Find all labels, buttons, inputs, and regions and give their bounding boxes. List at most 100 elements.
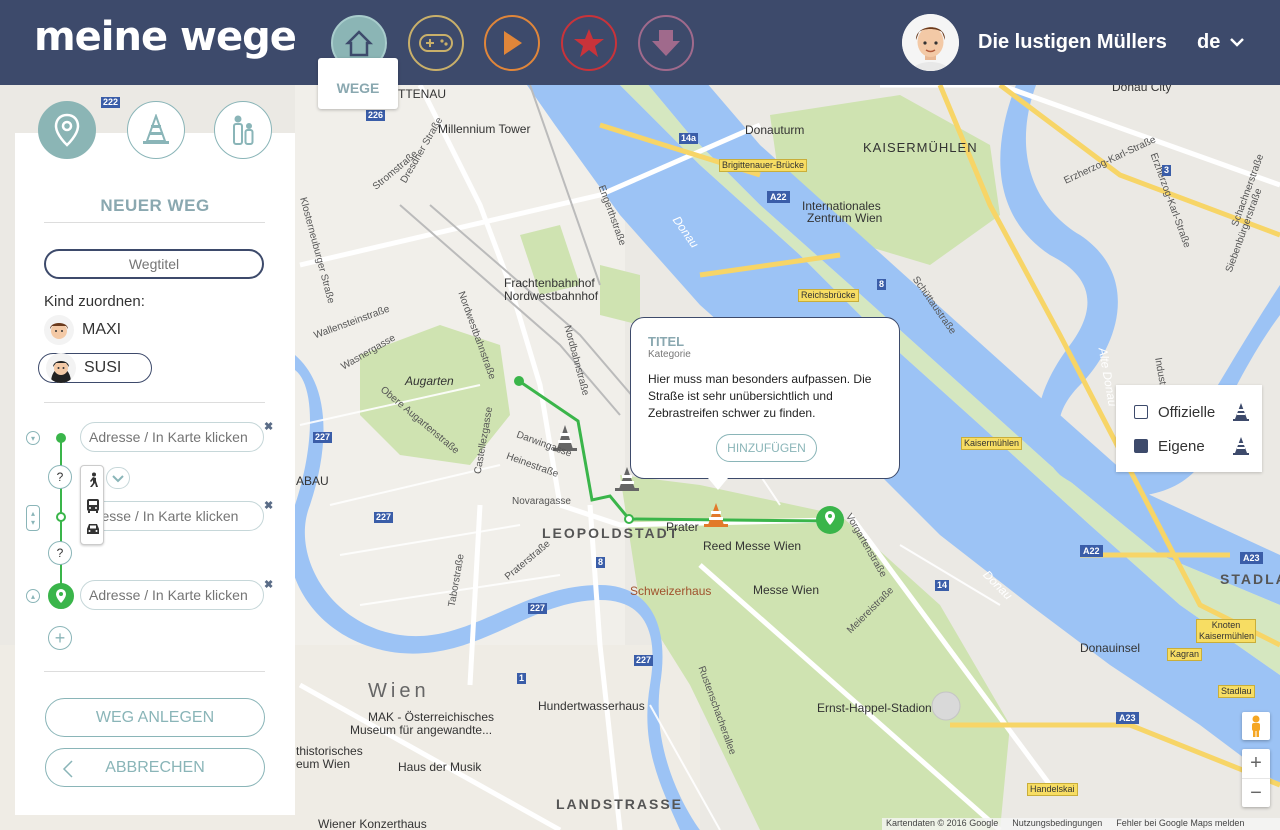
report-error-link[interactable]: Fehler bei Google Maps melden [1116,818,1244,830]
nav-download[interactable] [638,15,694,71]
legend-own-label: Eigene [1158,437,1205,455]
map-label-abau: ABAU [296,474,329,488]
legend-official[interactable]: Offizielle [1134,402,1250,422]
map-label-landstrasse: LANDSTRASSE [556,796,684,812]
tab-family[interactable] [214,101,272,159]
move-down-button[interactable]: ▾ [26,431,40,445]
transport-select-2[interactable]: ? [48,541,72,565]
create-route-button[interactable]: WEG ANLEGEN [45,698,265,737]
map-sign: Brigittenauer-Brücke [719,159,808,172]
road-sign: 8 [877,279,887,290]
map-label-mak2: Museum für angewandte... [350,723,493,737]
download-icon [652,30,680,56]
cancel-label: ABBRECHEN [105,758,205,776]
own-checkbox[interactable] [1134,439,1148,453]
add-hazard-button[interactable]: HINZUFÜGEN [716,434,817,462]
road-sign: 3 [1162,165,1172,176]
child-name: MAXI [82,321,122,338]
popup-text: Hier muss man besonders aufpassen. Die S… [648,372,872,420]
map-label-prater: Prater [666,520,699,534]
legend-official-label: Offizielle [1158,403,1216,421]
nav-play[interactable] [484,15,540,71]
terms-link[interactable]: Nutzungsbedingungen [1012,818,1102,830]
location-pin-icon [54,113,80,147]
panel-title: NEUER WEG [100,196,210,215]
transport-dropdown[interactable] [106,467,130,489]
clear-icon[interactable]: ✖ [264,420,273,433]
road-sign: 226 [366,110,386,121]
hazard-popup: TITEL Kategorie Hier muss man besonders … [630,317,900,479]
question-mark: ? [56,546,64,560]
question-mark: ? [56,470,64,484]
map-label-mak1: MAK - Österreichisches [368,710,495,724]
transport-menu [80,465,104,545]
road-sign: 222 [101,97,121,108]
official-checkbox[interactable] [1134,405,1148,419]
street-label: Novaragasse [512,496,571,507]
streetview-pegman[interactable] [1242,712,1270,740]
route-title-input[interactable] [44,249,264,279]
star-icon [574,29,604,57]
move-up-button[interactable]: ▴ [26,589,40,603]
map-sign: Kaisermühlen [961,437,1023,450]
tab-hazards[interactable] [127,101,185,159]
clear-icon[interactable]: ✖ [264,578,273,591]
transport-select-1[interactable]: ? [48,465,72,489]
avatar[interactable] [902,14,959,71]
map-sign: Kagran [1167,648,1203,661]
popup-tail [708,478,728,490]
road-sign: 227 [528,603,548,614]
zoom-out-button[interactable]: − [1242,778,1270,807]
road-sign: 1 [517,673,527,684]
bus-icon[interactable] [85,498,101,514]
map-label-haus-musik: Haus der Musik [398,760,482,774]
chevron-down-icon[interactable] [1228,34,1246,50]
nav-games[interactable] [408,15,464,71]
chevron-down-icon [112,475,124,483]
avatar [44,315,74,345]
family-icon [233,115,254,145]
zoom-in-button[interactable]: + [1242,749,1270,778]
child-option-maxi[interactable]: MAXI [44,315,152,345]
reorder-button[interactable]: ▴ ▾ [26,505,40,531]
language-selector[interactable]: de [1197,31,1220,54]
map-label-stadlau: STADLA [1220,571,1280,587]
tab-label-routes[interactable]: WEGE [318,58,398,109]
tab-routes[interactable] [38,101,96,159]
map-label-donau-city: Donau City [1112,85,1172,94]
map-label-augarten: Augarten [405,374,454,388]
map-label-histor2: eum Wien [296,757,351,771]
address-input-via[interactable] [80,501,264,531]
map-label-hundertwasser: Hundertwasserhaus [538,699,645,713]
legend: Offizielle Eigene [1116,385,1262,472]
map-label-leopoldstadt: LEOPOLDSTADT [542,525,680,541]
address-input-start[interactable] [80,422,264,452]
divider [44,402,265,403]
road-sign: 8 [596,557,606,568]
cancel-button[interactable]: ABBRECHEN [45,748,265,787]
map-label-reed: Reed Messe Wien [703,539,802,553]
road-sign: 227 [374,512,394,523]
clear-icon[interactable]: ✖ [264,499,273,512]
map-sign: Stadlau [1218,685,1255,698]
map-label-konzerthaus: Wiener Konzerthaus [318,817,427,830]
add-waypoint-button[interactable]: + [48,626,72,650]
address-input-end[interactable] [80,580,264,610]
nav-favorites[interactable] [561,15,617,71]
child-option-susi[interactable]: SUSI [38,353,152,383]
divider [44,222,265,223]
logo[interactable]: meine wege [34,14,297,60]
map-label-histor1: thistorisches [296,744,363,758]
map-label-wien: Wien [368,680,430,702]
road-sign: A23 [1116,712,1139,724]
top-bar: meine wege Die lustigen Müllers de [0,0,1280,85]
road-sign: A22 [767,191,790,203]
car-icon[interactable] [85,521,101,537]
walk-icon[interactable] [85,472,101,488]
traffic-cone-icon [1233,403,1249,421]
map-sign: Handelskai [1027,783,1078,796]
family-name[interactable]: Die lustigen Müllers [978,31,1167,54]
map-footer: Kartendaten © 2016 Google Nutzungsbeding… [882,818,1280,830]
legend-own[interactable]: Eigene [1134,436,1250,456]
map-label-millennium: Millennium Tower [438,122,531,136]
